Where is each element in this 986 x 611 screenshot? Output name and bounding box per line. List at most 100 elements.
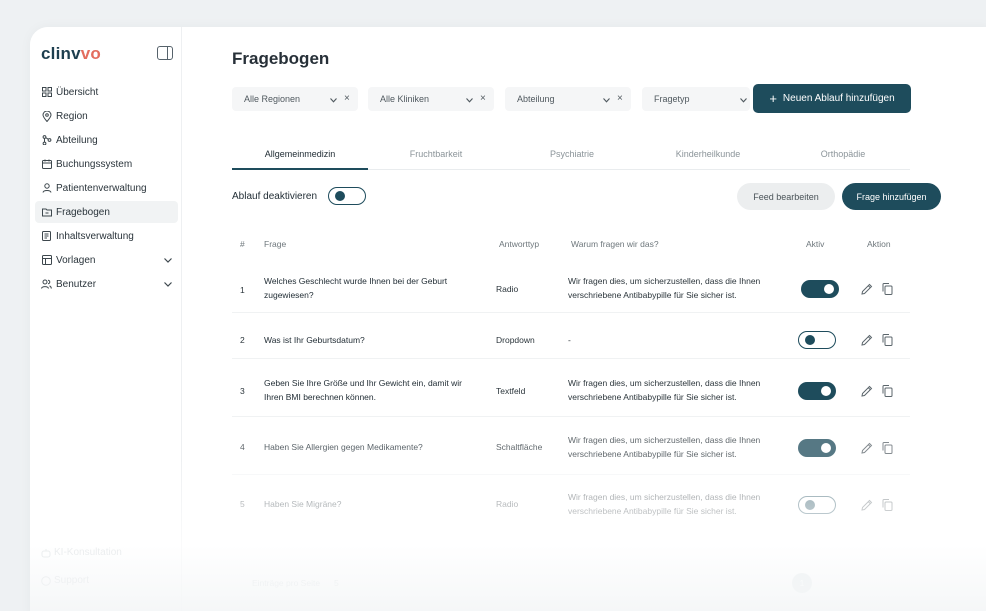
row-num: 5 xyxy=(240,499,245,509)
sidebar-item-label: Region xyxy=(56,110,88,122)
row-reason: - xyxy=(568,335,571,345)
copy-icon[interactable] xyxy=(882,498,894,511)
chevron-down-icon[interactable] xyxy=(164,279,172,290)
row-type: Radio xyxy=(496,284,519,294)
chevron-down-icon[interactable] xyxy=(164,255,172,266)
logo: clinvvo xyxy=(41,44,101,63)
add-flow-button[interactable]: + Neuen Ablauf hinzufügen xyxy=(753,84,911,113)
sidebar-item-fragebogen[interactable]: Fragebogen xyxy=(35,201,178,223)
sidebar-item-ki-konsultation[interactable]: KI-Konsultation xyxy=(41,547,122,558)
clear-icon[interactable]: × xyxy=(480,93,486,104)
sidebar-item-inhaltsverwaltung[interactable]: Inhaltsverwaltung xyxy=(35,225,178,247)
sidebar-item-uebersicht[interactable]: Übersicht xyxy=(35,81,178,103)
sidebar-nav: Übersicht Region Abteilung Buchungssyste… xyxy=(35,81,178,297)
sidebar-item-label: Patientenverwaltung xyxy=(56,182,147,194)
tab-psychiatrie[interactable]: Psychiatrie xyxy=(504,149,640,159)
filter-fragetyp[interactable]: Fragetyp xyxy=(642,87,750,111)
edit-feed-button[interactable]: Feed bearbeiten xyxy=(737,183,835,210)
edit-icon[interactable] xyxy=(861,384,873,397)
row-type: Radio xyxy=(496,499,519,509)
tab-orthopaedie[interactable]: Orthopädie xyxy=(776,149,910,159)
page-number: 1 xyxy=(799,578,805,588)
row-reason: Wir fragen dies, um sicherzustellen, das… xyxy=(568,378,761,402)
sidebar: clinvvo Übersicht Region Abteilung Buchu… xyxy=(30,27,182,611)
sidebar-item-label: Fragebogen xyxy=(56,206,110,218)
tab-allgemeinmedizin[interactable]: Allgemeinmedizin xyxy=(232,149,368,159)
plus-icon: + xyxy=(769,91,777,106)
row-active-toggle[interactable] xyxy=(798,331,836,349)
sidebar-item-patientenverwaltung[interactable]: Patientenverwaltung xyxy=(35,177,178,199)
page-title: Fragebogen xyxy=(232,49,330,68)
edit-icon[interactable] xyxy=(861,333,873,346)
edit-icon[interactable] xyxy=(861,282,873,295)
clear-icon[interactable]: × xyxy=(344,93,350,104)
edit-icon[interactable] xyxy=(861,498,873,511)
active-tab-indicator xyxy=(232,168,368,170)
sidebar-item-label: Vorlagen xyxy=(56,254,96,266)
chevron-down-icon xyxy=(740,95,747,105)
row-divider xyxy=(232,312,910,313)
folder-icon xyxy=(41,207,52,218)
main-content: Fragebogen Alle Regionen × Alle Kliniken… xyxy=(182,27,986,611)
add-flow-label: Neuen Ablauf hinzufügen xyxy=(782,93,895,104)
column-header-aktion: Aktion xyxy=(867,239,891,249)
row-divider xyxy=(232,474,910,475)
row-active-toggle[interactable] xyxy=(798,439,836,457)
page-button-1[interactable]: 1 xyxy=(792,573,812,593)
row-reason: Wir fragen dies, um sicherzustellen, das… xyxy=(568,276,761,300)
sidebar-item-label: Inhaltsverwaltung xyxy=(56,230,134,242)
row-divider xyxy=(232,358,910,359)
row-question: Haben Sie Allergien gegen Medikamente? xyxy=(264,442,423,452)
help-icon xyxy=(41,575,51,586)
sidebar-item-region[interactable]: Region xyxy=(35,105,178,127)
deactivate-label: Ablauf deaktivieren xyxy=(232,191,318,202)
deactivate-toggle[interactable] xyxy=(328,187,366,205)
sidebar-item-buchungssystem[interactable]: Buchungssystem xyxy=(35,153,178,175)
copy-icon[interactable] xyxy=(882,384,894,397)
filter-label: Fragetyp xyxy=(654,94,690,104)
row-reason: Wir fragen dies, um sicherzustellen, das… xyxy=(568,492,761,516)
sidebar-item-label: Übersicht xyxy=(56,86,99,98)
row-num: 1 xyxy=(240,285,245,295)
row-question: Welches Geschlecht wurde Ihnen bei der G… xyxy=(264,276,448,300)
tab-kinderheilkunde[interactable]: Kinderheilkunde xyxy=(640,149,776,159)
bot-icon xyxy=(41,548,51,558)
copy-icon[interactable] xyxy=(882,333,894,346)
row-type: Textfeld xyxy=(496,386,526,396)
add-question-button[interactable]: Frage hinzufügen xyxy=(842,183,941,210)
sidebar-item-label: Buchungssystem xyxy=(56,158,133,170)
specialty-tabs: Allgemeinmedizin Fruchtbarkeit Psychiatr… xyxy=(232,142,910,170)
filter-label: Alle Regionen xyxy=(244,94,301,104)
column-header-frage: Frage xyxy=(264,239,287,249)
users-icon xyxy=(41,279,52,290)
row-active-toggle[interactable] xyxy=(798,382,836,400)
table-icon xyxy=(41,255,52,266)
tab-fruchtbarkeit[interactable]: Fruchtbarkeit xyxy=(368,149,504,159)
sidebar-item-label: Benutzer xyxy=(56,278,97,290)
filter-abteilung[interactable]: Abteilung × xyxy=(505,87,631,111)
filter-klinik[interactable]: Alle Kliniken × xyxy=(368,87,494,111)
sidebar-item-label: Support xyxy=(54,575,90,586)
copy-icon[interactable] xyxy=(882,441,894,454)
rows-per-page-select[interactable]: 5 xyxy=(334,578,339,588)
sidebar-item-label: KI-Konsultation xyxy=(54,547,122,558)
row-active-toggle[interactable] xyxy=(798,496,836,514)
chevron-down-icon xyxy=(466,95,473,105)
sidebar-item-benutzer[interactable]: Benutzer xyxy=(35,273,178,295)
filter-region[interactable]: Alle Regionen × xyxy=(232,87,358,111)
row-reason: Wir fragen dies, um sicherzustellen, das… xyxy=(568,435,761,459)
copy-icon[interactable] xyxy=(882,282,894,295)
row-active-toggle[interactable] xyxy=(801,280,839,298)
edit-icon[interactable] xyxy=(861,441,873,454)
column-header-num: # xyxy=(240,239,245,249)
row-question: Haben Sie Migräne? xyxy=(264,499,342,509)
clear-icon[interactable]: × xyxy=(617,93,623,104)
sidebar-toggle-icon[interactable] xyxy=(157,46,173,60)
sidebar-item-vorlagen[interactable]: Vorlagen xyxy=(35,249,178,271)
rows-per-page-label: Einträge pro Seite xyxy=(252,578,321,588)
document-icon xyxy=(41,231,52,242)
sidebar-item-support[interactable]: Support xyxy=(41,575,89,586)
calendar-icon xyxy=(41,159,52,170)
filter-label: Alle Kliniken xyxy=(380,94,430,104)
sidebar-item-abteilung[interactable]: Abteilung xyxy=(35,129,178,151)
